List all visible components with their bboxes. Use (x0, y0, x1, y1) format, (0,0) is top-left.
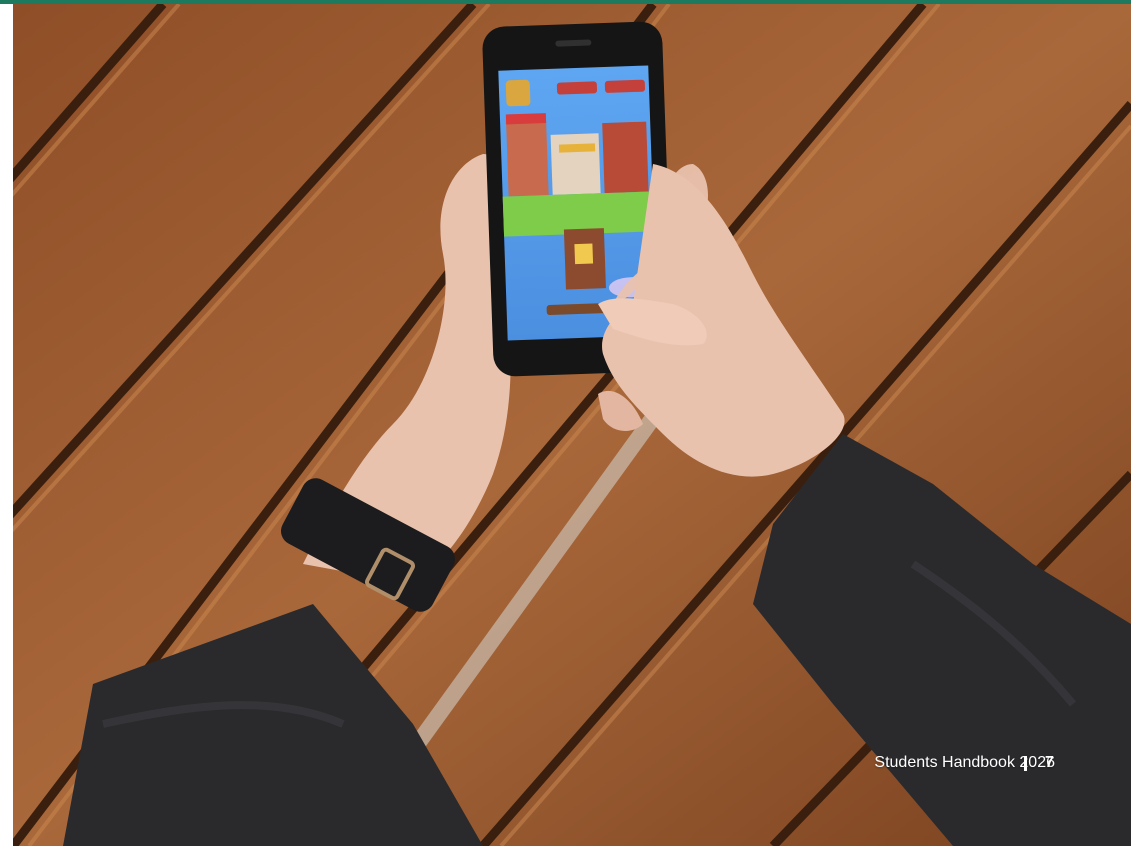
photo-illustration (13, 4, 1131, 846)
menu-icon (505, 79, 531, 107)
footer-separator (1024, 756, 1027, 771)
gems-counter (604, 79, 646, 93)
page-margin (0, 4, 13, 846)
handbook-page: Students Handbook 2026 7 (0, 0, 1131, 846)
page-number: 7 (1045, 754, 1054, 771)
game-building (505, 115, 549, 197)
phone-game-photo (13, 4, 1131, 846)
coins-counter (556, 81, 598, 95)
handbook-title: Students Handbook 2026 (874, 754, 1055, 771)
